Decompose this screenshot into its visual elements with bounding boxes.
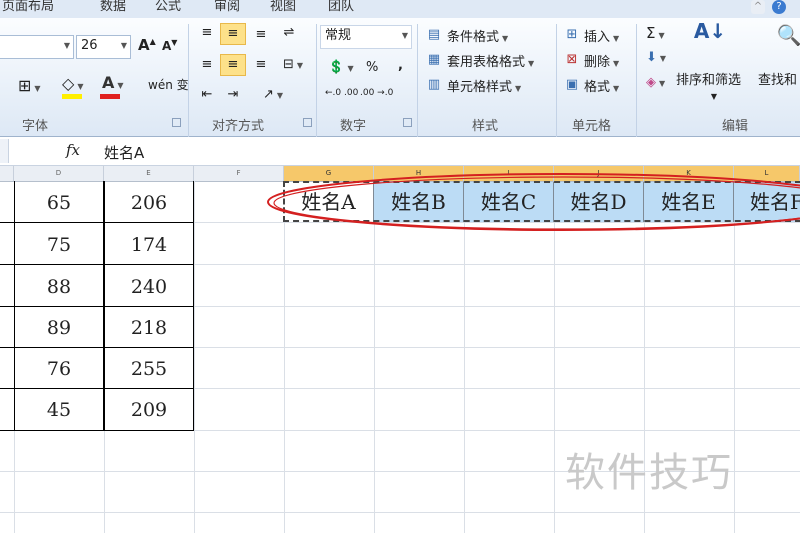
tab-data[interactable]: 数据: [100, 0, 126, 14]
sort-filter-icon: A↓: [693, 19, 727, 43]
align-middle-button[interactable]: ≡: [220, 23, 246, 45]
ribbon-tab-bar: 页面布局 数据 公式 审阅 视图 团队 ^ ?: [0, 0, 800, 19]
decrease-decimal-button[interactable]: .00 →.0: [360, 88, 393, 98]
conditional-format-icon: ▤: [427, 27, 441, 42]
cell-styles-button[interactable]: 单元格样式 ▼: [447, 76, 521, 95]
column-header-e[interactable]: E: [104, 166, 194, 181]
increase-decimal-button[interactable]: ←.0 .00: [325, 88, 358, 98]
group-label-number: 数字: [340, 119, 367, 134]
tab-view[interactable]: 视图: [270, 0, 296, 14]
sort-filter-button[interactable]: 排序和筛选: [676, 69, 741, 88]
number-format-value: 常规: [325, 28, 352, 43]
sort-filter-caret-icon: ▼: [710, 92, 718, 101]
binoculars-icon: 🔍: [776, 23, 800, 47]
group-label-alignment: 对齐方式: [212, 119, 265, 134]
font-color-button[interactable]: A ▼: [102, 73, 124, 92]
insert-function-button[interactable]: fx: [66, 141, 80, 159]
align-left-icon[interactable]: ≡: [196, 56, 218, 74]
clear-button[interactable]: ◈ ▼: [646, 75, 665, 90]
group-label-editing: 编辑: [722, 119, 749, 134]
tab-review[interactable]: 审阅: [214, 0, 240, 14]
eraser-icon: ◈: [646, 75, 656, 90]
insert-icon: ⊞: [566, 27, 578, 42]
group-separator: [556, 24, 557, 144]
font-name-box[interactable]: ▼: [0, 35, 74, 59]
ribbon: ▼ 26 ▼ A▲ A▼ ⊞ ▼ ◇ ▼ A ▼ wén 变 字体 ≡ ≡ ≡ ⇌ ≡ …: [0, 18, 800, 144]
font-size-box[interactable]: 26 ▼: [76, 35, 131, 59]
minimize-ribbon-icon[interactable]: ^: [751, 0, 765, 14]
help-icon[interactable]: ?: [772, 0, 786, 14]
table-cell[interactable]: 65: [14, 192, 104, 214]
conditional-format-button[interactable]: 条件格式 ▼: [447, 26, 508, 45]
comma-button[interactable]: ,: [398, 58, 403, 73]
watermark: 软件技巧: [565, 450, 733, 496]
table-cell[interactable]: 76: [14, 358, 104, 380]
wrap-text-icon[interactable]: ⇌: [278, 24, 300, 42]
group-label-font: 字体: [22, 119, 49, 134]
group-label-cells: 单元格: [572, 119, 612, 134]
format-as-table-button[interactable]: 套用表格格式 ▼: [447, 51, 534, 70]
fill-down-icon: ⬇: [646, 50, 657, 65]
tab-team[interactable]: 团队: [328, 0, 354, 14]
format-button[interactable]: 格式 ▼: [584, 76, 619, 95]
align-center-button[interactable]: ≡: [220, 54, 246, 76]
align-center-icon: ≡: [227, 57, 239, 72]
cell-styles-icon: ▥: [427, 77, 441, 92]
fill-color-swatch: [62, 94, 82, 99]
column-header-c[interactable]: [0, 166, 14, 181]
autosum-button[interactable]: Σ ▼: [646, 24, 665, 42]
group-label-styles: 样式: [472, 119, 499, 134]
border-button[interactable]: ⊞ ▼: [18, 76, 41, 95]
paint-bucket-icon: ◇: [62, 74, 75, 93]
shrink-font-button[interactable]: A▼: [162, 38, 177, 53]
table-cell[interactable]: 209: [104, 399, 194, 421]
tab-formulas[interactable]: 公式: [155, 0, 181, 14]
tab-page-layout[interactable]: 页面布局: [2, 0, 54, 14]
delete-icon: ⊠: [566, 52, 578, 67]
align-top-icon[interactable]: ≡: [196, 24, 218, 42]
align-right-icon[interactable]: ≡: [250, 56, 272, 74]
group-separator: [636, 24, 637, 144]
column-header-d[interactable]: D: [14, 166, 104, 181]
grow-font-button[interactable]: A▲: [138, 36, 156, 54]
orientation-icon[interactable]: ↗ ▼: [258, 86, 288, 105]
table-cell[interactable]: 240: [104, 276, 194, 298]
format-icon: ▣: [565, 77, 579, 92]
table-cell[interactable]: 206: [104, 192, 194, 214]
alignment-dialog-launcher[interactable]: [303, 118, 312, 127]
insert-button[interactable]: 插入 ▼: [584, 26, 619, 45]
group-separator: [316, 24, 317, 144]
table-cell[interactable]: 89: [14, 317, 104, 339]
number-format-select[interactable]: 常规 ▼: [320, 25, 412, 49]
table-cell[interactable]: 218: [104, 317, 194, 339]
fill-button[interactable]: ⬇ ▼: [646, 50, 666, 65]
table-cell[interactable]: 88: [14, 276, 104, 298]
merge-center-icon[interactable]: ⊟ ▼: [278, 56, 308, 75]
table-cell[interactable]: 45: [14, 399, 104, 421]
align-bottom-icon[interactable]: ≡: [250, 26, 272, 44]
find-select-button[interactable]: 查找和: [758, 69, 797, 88]
decrease-indent-icon[interactable]: ⇤: [196, 86, 218, 104]
align-middle-icon: ≡: [227, 26, 239, 41]
increase-indent-icon[interactable]: ⇥: [222, 86, 244, 104]
table-cell[interactable]: 75: [14, 234, 104, 256]
fill-color-button[interactable]: ◇ ▼: [62, 74, 83, 93]
table-cell[interactable]: 174: [104, 234, 194, 256]
name-box[interactable]: [0, 139, 9, 163]
font-dialog-launcher[interactable]: [172, 118, 181, 127]
currency-icon[interactable]: 💲 ▼: [326, 59, 356, 78]
format-as-table-icon: ▦: [427, 52, 441, 67]
formula-input[interactable]: 姓名A: [104, 142, 144, 163]
font-size-value: 26: [81, 38, 98, 53]
percent-button[interactable]: %: [366, 60, 378, 75]
highlight-ellipse: [267, 173, 800, 231]
number-dialog-launcher[interactable]: [403, 118, 412, 127]
group-separator: [417, 24, 418, 144]
font-color-swatch: [100, 94, 120, 99]
table-cell[interactable]: 255: [104, 358, 194, 380]
phonetic-button[interactable]: wén 变: [148, 76, 189, 93]
group-separator: [188, 24, 189, 144]
delete-button[interactable]: 删除 ▼: [584, 51, 619, 70]
